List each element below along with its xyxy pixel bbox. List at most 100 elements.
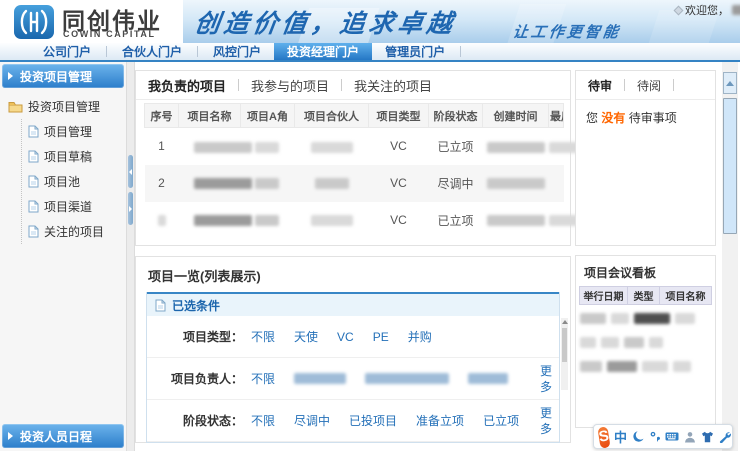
tab-pending-read[interactable]: 待阅 [637,77,661,94]
col-header-modified[interactable]: 最后修改时间 [549,104,564,128]
tab-pending-review[interactable]: 待审 [588,77,612,94]
chinese-mode-icon[interactable]: 中 [614,427,627,446]
col-header-meeting-date[interactable]: 举行日期 [580,287,628,305]
col-header-partner[interactable]: 项目合伙人 [295,104,369,128]
filter-option[interactable]: 不限 [251,370,275,387]
filter-label: 项目类型： [147,328,243,345]
punctuation-icon[interactable] [650,431,660,443]
col-header-stage[interactable]: 阶段状态 [429,104,483,128]
sidebar-item-followed-projects[interactable]: 关注的项目 [22,219,126,244]
filter-option[interactable]: 天使 [294,328,318,345]
todo-message-prefix: 您 [586,111,601,125]
filter-option[interactable]: PE [373,330,389,344]
meeting-board-panel: 项目会议看板 举行日期 类型 项目名称 [575,255,716,428]
cowin-logo-icon[interactable] [14,5,54,39]
tab-separator [624,79,625,91]
meeting-row-blurred[interactable] [580,337,711,348]
table-row[interactable]: 1 VC 已立项 [145,128,564,165]
filter-option[interactable]: 已立项 [483,412,519,429]
user-icon[interactable] [684,431,696,443]
keyboard-icon[interactable] [665,431,679,442]
todo-tabs: 待审 待阅 [576,71,715,100]
nav-item-company[interactable]: 公司门户 [30,43,104,60]
document-icon [28,175,39,188]
meeting-row-blurred[interactable] [580,313,711,324]
tab-my-participated-projects[interactable]: 我参与的项目 [251,76,329,95]
sidebar-item-project-manage[interactable]: 项目管理 [22,119,126,144]
wrench-tools-icon[interactable] [719,431,731,443]
sidebar-header-project-mgmt[interactable]: 投资项目管理 [2,64,124,88]
tab-separator [673,79,674,91]
nav-item-investment-manager[interactable]: 投资经理门户 [274,43,372,60]
cell-modified-empty [549,165,564,202]
page-scrollbar[interactable] [722,62,738,451]
col-header-meeting-type[interactable]: 类型 [628,287,660,305]
scrollbar-thumb[interactable] [723,98,737,234]
sidebar-footer-label: 投资人员日程 [20,428,92,445]
expand-right-handle[interactable] [128,192,133,225]
logo-glyph [14,5,54,39]
nav-item-risk[interactable]: 风控门户 [200,43,274,60]
owner-option-blurred[interactable] [294,373,346,384]
portal-nav: 公司门户 合伙人门户 风控门户 投资经理门户 管理员门户 [0,43,740,62]
more-link[interactable]: 更多 [539,405,553,437]
filter-option[interactable]: VC [337,330,354,344]
cell-name-blurred [179,202,295,239]
col-header-index[interactable]: 序号 [145,104,179,128]
table-row[interactable]: VC 已立项 [145,202,564,239]
meeting-header-row: 举行日期 类型 项目名称 [580,287,712,305]
document-icon [28,200,39,213]
filter-row-stage-status: 阶段状态： 不限 尽调中 已投项目 准备立项 已立项 更多 [147,400,559,442]
filter-option[interactable]: 准备立项 [416,412,464,429]
cell-type: VC [369,202,429,239]
cell-status: 已立项 [429,128,483,165]
sidebar-item-project-channel[interactable]: 项目渠道 [22,194,126,219]
header-banner: 创造价值，追求卓越 让工作更智能 欢迎您， [183,0,740,43]
todo-message-suffix: 待审事项 [625,111,676,125]
col-header-role-a[interactable]: 项目A角 [241,104,295,128]
projects-tabs: 我负责的项目 我参与的项目 我关注的项目 [136,71,570,100]
sogou-logo-icon[interactable]: S [597,426,610,448]
scroll-up-button[interactable] [723,72,737,94]
scrollbar-thumb [562,328,567,362]
tab-my-responsible-projects[interactable]: 我负责的项目 [148,76,226,95]
table-row[interactable]: 2 VC 尽调中 [145,165,564,202]
owner-option-blurred[interactable] [468,373,508,384]
filter-option[interactable]: 不限 [251,328,275,345]
owner-option-blurred[interactable] [365,373,449,384]
nav-item-partner[interactable]: 合伙人门户 [109,43,195,60]
todo-message: 您 没有 待审事项 [576,100,715,135]
tab-my-followed-projects[interactable]: 我关注的项目 [354,76,432,95]
inner-scrollbar[interactable] [561,318,568,390]
todo-message-highlight: 没有 [601,111,625,125]
filter-row-project-owner: 项目负责人： 不限 更多 [147,358,559,400]
col-header-type[interactable]: 项目类型 [369,104,429,128]
chevron-left-icon [129,169,132,175]
tab-separator [341,79,342,91]
cell-modified-blurred [549,128,564,165]
col-header-meeting-project[interactable]: 项目名称 [660,287,712,305]
meeting-row-blurred[interactable] [580,361,711,372]
project-overview-panel: 项目一览(列表展示) 已选条件 项目类型： 不限 天使 VC PE 并购 [135,256,571,443]
sidebar-splitter[interactable] [126,62,135,451]
nav-item-admin[interactable]: 管理员门户 [372,43,458,60]
filter-option[interactable]: 并购 [408,328,432,345]
col-header-project-name[interactable]: 项目名称 [179,104,241,128]
sidebar-item-project-pool[interactable]: 项目池 [22,169,126,194]
username-blurred [732,5,740,15]
cell-type: VC [369,128,429,165]
sidebar-footer-investor-schedule[interactable]: 投资人员日程 [2,424,124,448]
moon-icon[interactable] [632,430,645,443]
filter-option[interactable]: 不限 [251,412,275,429]
filter-option[interactable]: 尽调中 [294,412,330,429]
collapse-left-handle[interactable] [128,155,133,188]
col-header-created[interactable]: 创建时间 [483,104,549,128]
cell-index-blurred [145,202,179,239]
tree-root-project-mgmt[interactable]: 投资项目管理 [0,92,126,119]
more-link[interactable]: 更多 [539,363,553,395]
filter-options: 不限 [243,370,508,387]
filter-option[interactable]: 已投项目 [349,412,397,429]
sidebar-item-project-draft[interactable]: 项目草稿 [22,144,126,169]
skin-shirt-icon[interactable] [701,431,714,443]
app-window: 同创伟业 COWIN CAPITAL 创造价值，追求卓越 让工作更智能 欢迎您，… [0,0,740,451]
